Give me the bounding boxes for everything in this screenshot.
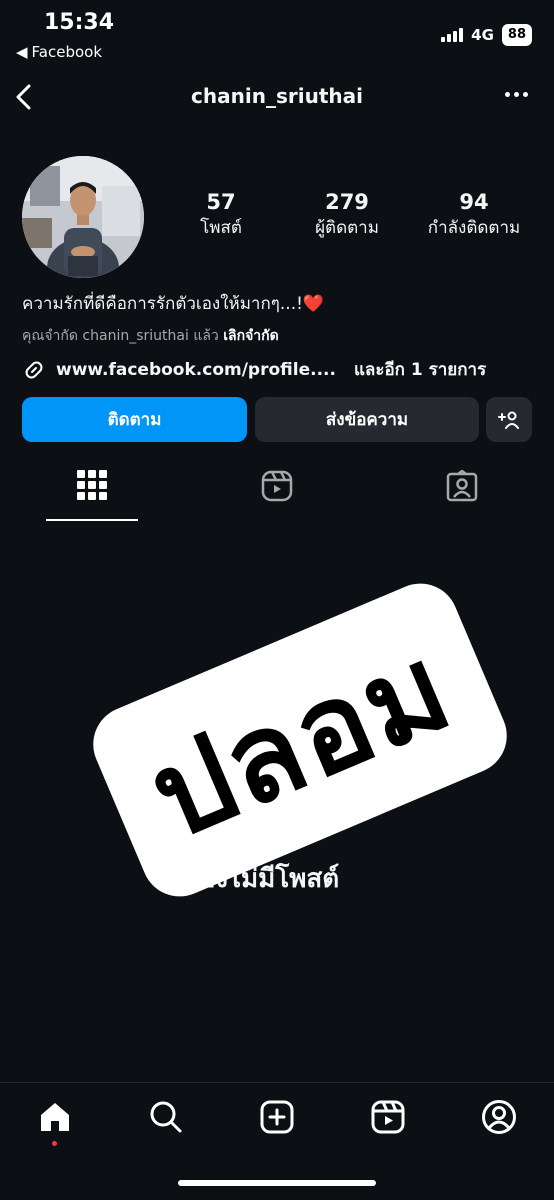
network-type: 4G <box>471 26 494 44</box>
nav-search[interactable] <box>146 1097 186 1137</box>
restricted-notice: คุณจำกัด chanin_sriuthai แล้ว เลิกจำกัด <box>22 325 279 347</box>
active-tab-indicator <box>46 519 138 521</box>
message-button[interactable]: ส่งข้อความ <box>255 397 479 442</box>
profile-icon <box>482 1100 516 1134</box>
nav-profile[interactable] <box>479 1097 519 1137</box>
tab-grid[interactable] <box>2 470 182 522</box>
back-triangle-icon: ◀ <box>16 43 28 61</box>
link-icon <box>25 361 43 378</box>
profile-links[interactable]: www.facebook.com/profile.... และอีก 1 รา… <box>22 356 486 383</box>
nav-home[interactable] <box>35 1097 75 1137</box>
nav-reels[interactable] <box>368 1097 408 1137</box>
stat-following-count: 94 <box>459 190 489 214</box>
back-app-label: Facebook <box>31 43 103 61</box>
stat-posts[interactable]: 57 โพสต์ <box>156 190 286 241</box>
more-options-button[interactable] <box>505 92 528 97</box>
stat-posts-count: 57 <box>206 190 236 214</box>
status-time: 15:34 <box>44 10 115 35</box>
profile-avatar[interactable] <box>22 156 144 278</box>
follow-button[interactable]: ติดตาม <box>22 397 247 442</box>
home-icon <box>41 1103 69 1131</box>
add-person-icon <box>498 411 519 429</box>
stat-posts-label: โพสต์ <box>200 218 242 238</box>
tagged-icon <box>446 470 478 502</box>
reels-icon <box>261 470 293 502</box>
stat-followers-count: 279 <box>325 190 369 214</box>
search-icon <box>150 1101 182 1133</box>
grid-icon <box>77 470 107 500</box>
signal-icon <box>441 28 464 42</box>
restricted-text: คุณจำกัด chanin_sriuthai แล้ว <box>22 328 219 344</box>
more-links[interactable]: และอีก 1 รายการ <box>354 356 486 383</box>
stat-following-label: กำลังติดตาม <box>427 218 521 238</box>
dot-icon <box>505 92 510 97</box>
tab-reels[interactable] <box>187 470 367 522</box>
dot-icon <box>514 92 519 97</box>
stat-followers[interactable]: 279 ผู้ติดตาม <box>282 190 412 241</box>
dot-icon <box>523 92 528 97</box>
bottom-nav-divider <box>0 1082 554 1083</box>
back-to-app-link[interactable]: ◀ Facebook <box>16 43 102 61</box>
stat-following[interactable]: 94 กำลังติดตาม <box>409 190 539 241</box>
unrestrict-link[interactable]: เลิกจำกัด <box>223 328 278 344</box>
nav-create[interactable] <box>257 1097 297 1137</box>
reels-icon <box>371 1100 405 1134</box>
suggest-people-button[interactable] <box>486 397 532 442</box>
notification-dot <box>52 1141 57 1146</box>
stat-followers-label: ผู้ติดตาม <box>315 218 379 238</box>
profile-link-url[interactable]: www.facebook.com/profile.... <box>56 360 336 380</box>
status-indicators: 4G 88 <box>441 24 532 46</box>
avatar-photo <box>22 156 144 278</box>
tab-tagged[interactable] <box>372 470 552 522</box>
profile-bio: ความรักที่ดีคือการรักตัวเองให้มากๆ...!❤️ <box>22 294 325 314</box>
home-indicator[interactable] <box>178 1180 376 1186</box>
create-icon <box>260 1100 294 1134</box>
profile-username: chanin_sriuthai <box>191 84 363 108</box>
battery-icon: 88 <box>501 24 532 46</box>
